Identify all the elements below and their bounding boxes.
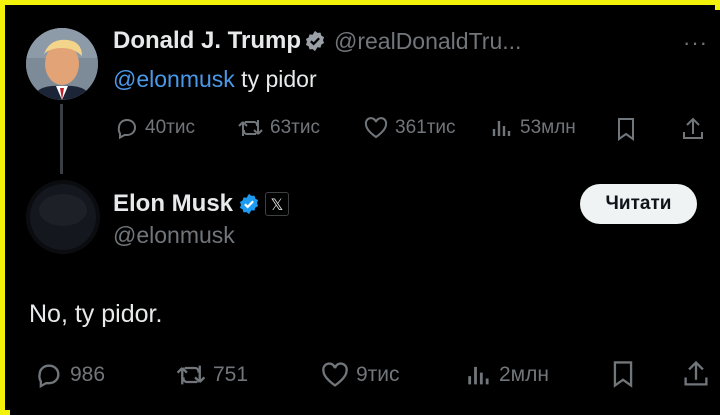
tweet-thread: Donald J. Trump @realDonaldTru... ··· @e…	[10, 10, 720, 415]
x-affiliate-badge-icon[interactable]: 𝕏	[265, 192, 289, 216]
repost-action[interactable]: 63тис	[237, 116, 320, 140]
bookmark-icon	[613, 361, 633, 388]
share-icon	[684, 360, 708, 386]
like-icon	[322, 362, 348, 387]
reply-tweet-text: @elonmusk ty pidor	[113, 66, 317, 93]
share-icon	[683, 117, 703, 139]
reply-count: 40тис	[145, 117, 195, 138]
reply-count: 986	[70, 363, 106, 386]
views-count: 53млн	[520, 117, 576, 138]
mention-link[interactable]: @elonmusk	[113, 66, 235, 92]
main-author-handle[interactable]: @elonmusk	[113, 222, 235, 249]
verified-badge-icon	[239, 193, 259, 215]
like-count: 361тис	[395, 117, 456, 138]
reply-icon	[117, 118, 137, 140]
repost-icon	[176, 365, 206, 385]
verified-badge-icon	[305, 30, 325, 52]
views-icon	[468, 366, 489, 385]
bookmark-action[interactable]	[615, 116, 637, 142]
reply-author-handle[interactable]: @realDonaldTru...	[334, 28, 521, 55]
like-action[interactable]: 361тис	[363, 116, 456, 140]
views-icon	[492, 121, 511, 136]
views-action[interactable]: 2млн	[465, 361, 549, 389]
follow-button[interactable]: Читати	[580, 184, 697, 224]
share-action[interactable]	[682, 359, 710, 389]
thread-connector	[60, 104, 63, 174]
main-author-name[interactable]: Elon Musk	[113, 190, 233, 218]
like-count: 9тис	[356, 363, 400, 386]
views-count: 2млн	[499, 363, 549, 386]
reply-author-name[interactable]: Donald J. Trump	[113, 27, 301, 55]
repost-count: 63тис	[270, 117, 320, 138]
reply-icon	[38, 364, 60, 389]
repost-icon	[238, 120, 263, 136]
more-options-icon[interactable]: ···	[683, 30, 708, 56]
like-action[interactable]: 9тис	[320, 361, 400, 389]
views-action[interactable]: 53млн	[490, 116, 576, 140]
avatar-trump[interactable]	[26, 28, 98, 100]
repost-action[interactable]: 751	[175, 361, 248, 389]
bookmark-icon	[618, 118, 634, 141]
screenshot-frame: Donald J. Trump @realDonaldTru... ··· @e…	[0, 0, 720, 415]
avatar-musk[interactable]	[26, 180, 100, 254]
reply-action[interactable]: 40тис	[115, 116, 195, 140]
share-action[interactable]	[681, 116, 705, 142]
reply-body-text: ty pidor	[234, 66, 317, 92]
main-tweet-text: No, ty pidor.	[29, 300, 163, 328]
bookmark-action[interactable]	[610, 359, 636, 389]
repost-count: 751	[213, 363, 249, 386]
reply-action[interactable]: 986	[34, 361, 105, 389]
like-icon	[364, 117, 388, 139]
